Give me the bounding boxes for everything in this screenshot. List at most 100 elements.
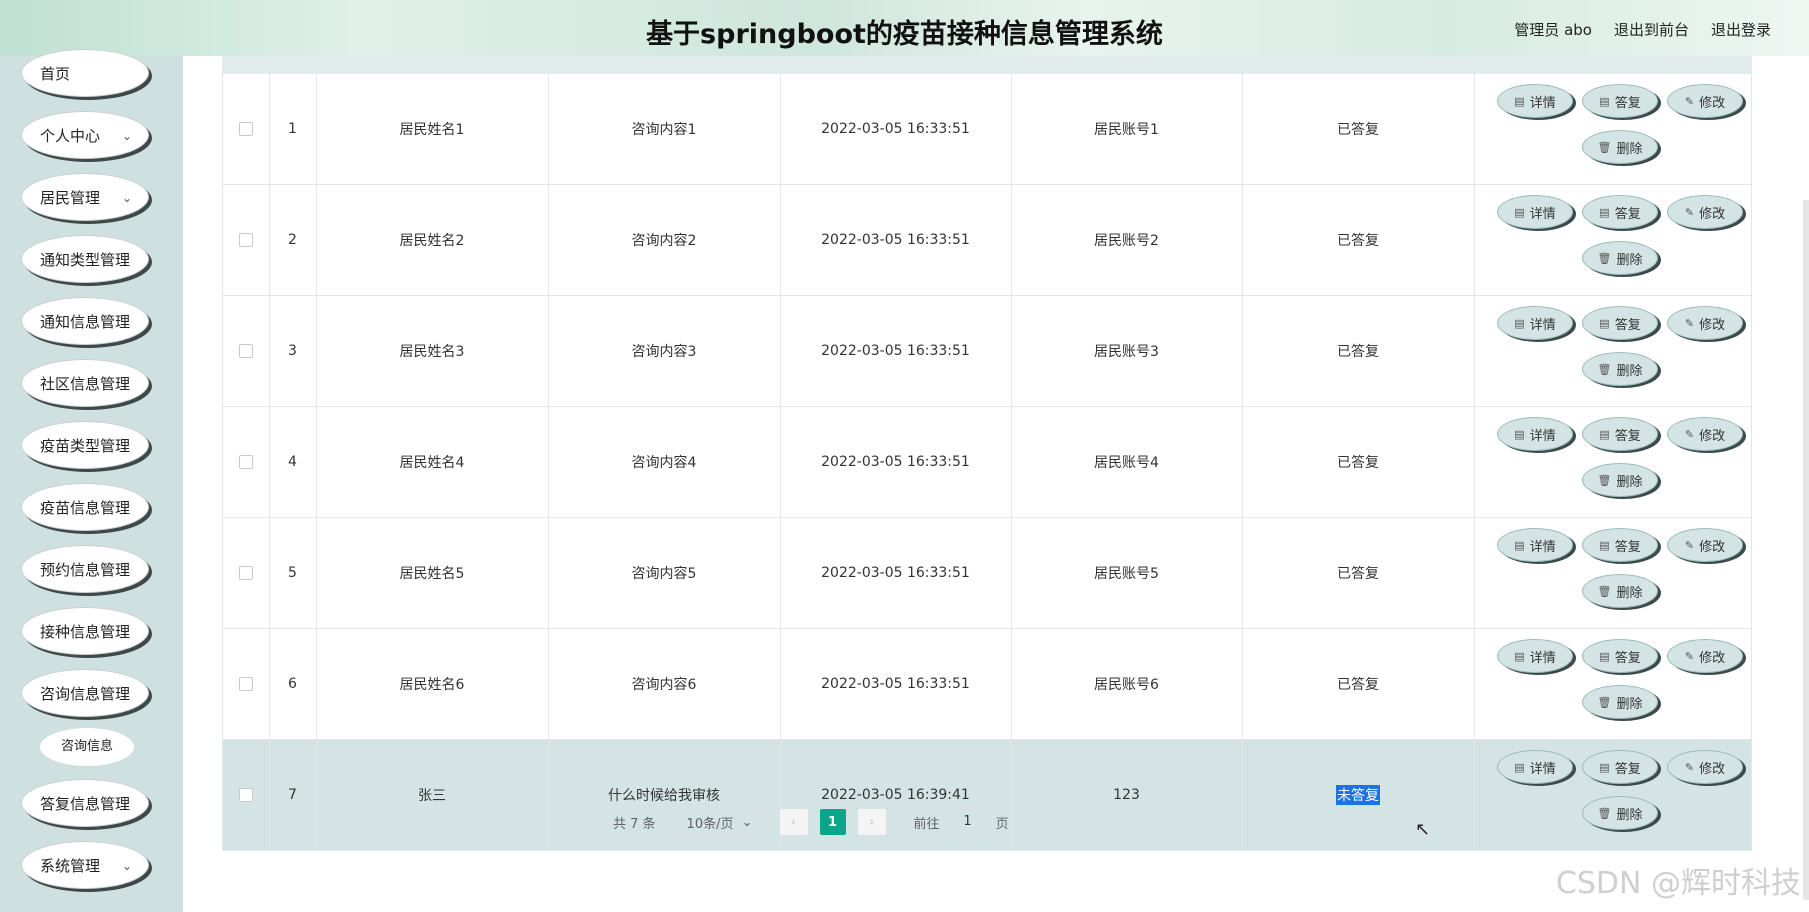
- sidebar-item-label: 通知类型管理: [40, 251, 131, 269]
- logout-link[interactable]: 退出登录: [1711, 19, 1771, 40]
- detail-button[interactable]: ▤ 详情: [1497, 639, 1573, 673]
- sidebar-item-community-mgmt[interactable]: 社区信息管理: [21, 359, 149, 407]
- edit-label: 修改: [1699, 317, 1726, 333]
- reply-status-cell: 未答复: [1242, 740, 1475, 850]
- app-header: 基于springboot的疫苗接种信息管理系统 管理员 abo 退出到前台 退出…: [0, 0, 1809, 57]
- row-checkbox[interactable]: [239, 566, 253, 580]
- resident-name: 居民姓名3: [316, 296, 549, 406]
- resident-name: 居民姓名5: [316, 518, 549, 628]
- sidebar-item-appointment-mgmt[interactable]: 预约信息管理: [21, 545, 149, 593]
- edit-label: 修改: [1699, 428, 1726, 444]
- delete-button[interactable]: 🗑 删除: [1582, 574, 1658, 608]
- next-page-button[interactable]: ›: [857, 809, 886, 835]
- resident-name: 居民姓名6: [316, 629, 549, 739]
- sidebar-item-notice-info-mgmt[interactable]: 通知信息管理: [21, 297, 149, 345]
- reply-label: 答复: [1614, 95, 1641, 111]
- edit-button[interactable]: ✎ 修改: [1667, 750, 1743, 784]
- table-row: 4 居民姓名4 咨询内容4 2022-03-05 16:33:51 居民账号4 …: [222, 407, 1752, 518]
- resident-account: 居民账号4: [1011, 407, 1243, 517]
- row-index: 7: [269, 740, 317, 850]
- sidebar-item-resident-mgmt[interactable]: 居民管理 ⌄: [21, 173, 149, 221]
- row-checkbox[interactable]: [239, 788, 253, 802]
- consult-time: 2022-03-05 16:33:51: [780, 296, 1012, 406]
- row-checkbox[interactable]: [239, 233, 253, 247]
- delete-button[interactable]: 🗑 删除: [1582, 352, 1658, 386]
- document-icon: ▤: [1514, 649, 1525, 663]
- consult-time: 2022-03-05 16:33:51: [780, 518, 1012, 628]
- table-header: [222, 56, 1752, 74]
- delete-button[interactable]: 🗑 删除: [1582, 685, 1658, 719]
- chevron-down-icon: ⌄: [121, 129, 132, 143]
- edit-button[interactable]: ✎ 修改: [1667, 306, 1743, 340]
- detail-button[interactable]: ▤ 详情: [1497, 750, 1573, 784]
- trash-icon: 🗑: [1597, 251, 1612, 265]
- detail-button[interactable]: ▤ 详情: [1497, 528, 1573, 562]
- goto-suffix: 页: [995, 816, 1009, 832]
- document-icon: ▤: [1599, 649, 1610, 663]
- sidebar-item-system-mgmt[interactable]: 系统管理 ⌄: [21, 841, 149, 889]
- resident-account: 居民账号5: [1011, 518, 1243, 628]
- reply-status-cell: 已答复: [1242, 296, 1475, 406]
- reply-status: 已答复: [1337, 566, 1379, 582]
- row-checkbox[interactable]: [239, 455, 253, 469]
- edit-label: 修改: [1699, 206, 1726, 222]
- reply-button[interactable]: ▤ 答复: [1582, 528, 1658, 562]
- delete-button[interactable]: 🗑 删除: [1582, 463, 1658, 497]
- sidebar-item-home[interactable]: 首页: [21, 49, 149, 97]
- row-checkbox[interactable]: [239, 122, 253, 136]
- chevron-down-icon: ⌄: [121, 859, 132, 873]
- main-content: 1 居民姓名1 咨询内容1 2022-03-05 16:33:51 居民账号1 …: [183, 56, 1809, 912]
- reply-button[interactable]: ▤ 答复: [1582, 750, 1658, 784]
- row-actions: ▤ 详情 ▤ 答复 ✎ 修改 🗑 删除: [1474, 185, 1753, 295]
- row-index: 1: [269, 74, 317, 184]
- page-size-value: 10条/页: [686, 816, 734, 832]
- trash-icon: 🗑: [1597, 695, 1612, 709]
- delete-label: 删除: [1616, 474, 1643, 490]
- reply-button[interactable]: ▤ 答复: [1582, 84, 1658, 118]
- sidebar-item-label: 社区信息管理: [40, 375, 131, 393]
- back-to-front-link[interactable]: 退出到前台: [1614, 19, 1689, 40]
- sidebar-item-vaccination-mgmt[interactable]: 接种信息管理: [21, 607, 149, 655]
- detail-button[interactable]: ▤ 详情: [1497, 306, 1573, 340]
- sidebar-item-vaccine-type-mgmt[interactable]: 疫苗类型管理: [21, 421, 149, 469]
- sidebar-item-notice-type-mgmt[interactable]: 通知类型管理: [21, 235, 149, 283]
- sidebar-item-reply-mgmt[interactable]: 答复信息管理: [21, 779, 149, 827]
- sidebar-item-vaccine-info-mgmt[interactable]: 疫苗信息管理: [21, 483, 149, 531]
- goto-page-input[interactable]: 1: [945, 808, 990, 836]
- sidebar-item-label: 预约信息管理: [40, 561, 131, 579]
- row-checkbox[interactable]: [239, 677, 253, 691]
- detail-button[interactable]: ▤ 详情: [1497, 195, 1573, 229]
- resident-account: 123: [1011, 740, 1243, 850]
- resident-name: 居民姓名1: [316, 74, 549, 184]
- reply-button[interactable]: ▤ 答复: [1582, 306, 1658, 340]
- page-size-select[interactable]: 10条/页 ⌄: [669, 809, 762, 835]
- edit-button[interactable]: ✎ 修改: [1667, 195, 1743, 229]
- sidebar-item-consult-mgmt[interactable]: 咨询信息管理: [21, 669, 149, 717]
- detail-button[interactable]: ▤ 详情: [1497, 84, 1573, 118]
- prev-page-button[interactable]: ‹: [779, 809, 808, 835]
- row-checkbox[interactable]: [239, 344, 253, 358]
- sidebar-subitem-consult-info[interactable]: 咨询信息: [40, 728, 134, 766]
- edit-button[interactable]: ✎ 修改: [1667, 528, 1743, 562]
- reply-label: 答复: [1614, 428, 1641, 444]
- chevron-down-icon: ⌄: [121, 191, 132, 205]
- consult-time: 2022-03-05 16:33:51: [780, 74, 1012, 184]
- edit-button[interactable]: ✎ 修改: [1667, 639, 1743, 673]
- sidebar-item-personal-center[interactable]: 个人中心 ⌄: [21, 111, 149, 159]
- edit-button[interactable]: ✎ 修改: [1667, 84, 1743, 118]
- delete-button[interactable]: 🗑 删除: [1582, 241, 1658, 275]
- reply-button[interactable]: ▤ 答复: [1582, 417, 1658, 451]
- document-icon: ▤: [1514, 94, 1525, 108]
- row-actions: ▤ 详情 ▤ 答复 ✎ 修改 🗑 删除: [1474, 740, 1753, 850]
- edit-button[interactable]: ✎ 修改: [1667, 417, 1743, 451]
- reply-status-cell: 已答复: [1242, 407, 1475, 517]
- reply-button[interactable]: ▤ 答复: [1582, 639, 1658, 673]
- delete-button[interactable]: 🗑 删除: [1582, 130, 1658, 164]
- document-icon: ▤: [1599, 316, 1610, 330]
- delete-button[interactable]: 🗑 删除: [1582, 796, 1658, 830]
- vertical-scrollbar[interactable]: [1803, 200, 1809, 900]
- reply-status: 已答复: [1337, 122, 1379, 138]
- page-number-current[interactable]: 1: [819, 809, 846, 835]
- detail-button[interactable]: ▤ 详情: [1497, 417, 1573, 451]
- reply-button[interactable]: ▤ 答复: [1582, 195, 1658, 229]
